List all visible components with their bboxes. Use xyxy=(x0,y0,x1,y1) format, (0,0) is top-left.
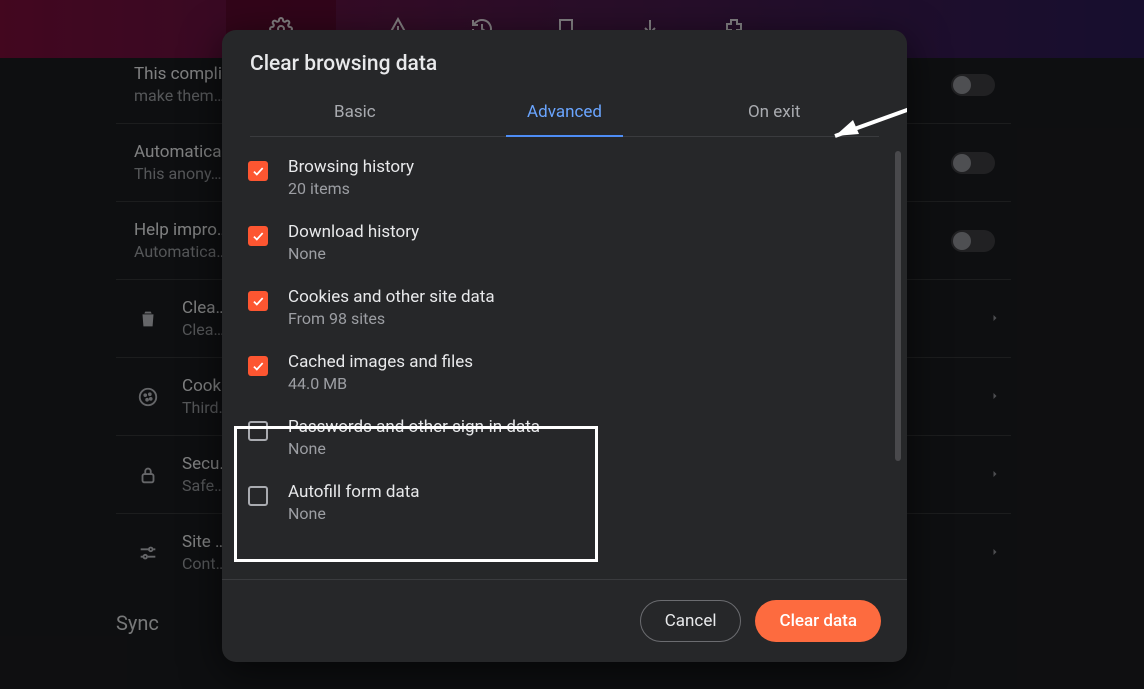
tab-on-exit[interactable]: On exit xyxy=(669,90,879,136)
option-passwords[interactable]: Passwords and other sign-in data None xyxy=(244,405,885,470)
option-sub: 20 items xyxy=(288,179,414,198)
option-download-history[interactable]: Download history None xyxy=(244,210,885,275)
option-sub: From 98 sites xyxy=(288,309,495,328)
option-sub: 44.0 MB xyxy=(288,374,473,393)
checkbox-unchecked-icon[interactable] xyxy=(248,421,268,441)
option-title: Cookies and other site data xyxy=(288,287,495,307)
clear-data-dialog: Clear browsing data Basic Advanced On ex… xyxy=(222,30,907,662)
clear-data-button[interactable]: Clear data xyxy=(755,600,881,642)
option-title: Download history xyxy=(288,222,419,242)
tab-advanced[interactable]: Advanced xyxy=(460,90,670,136)
dialog-title: Clear browsing data xyxy=(250,52,879,76)
option-cookies[interactable]: Cookies and other site data From 98 site… xyxy=(244,275,885,340)
option-title: Browsing history xyxy=(288,157,414,177)
option-cached[interactable]: Cached images and files 44.0 MB xyxy=(244,340,885,405)
checkbox-checked-icon[interactable] xyxy=(248,161,268,181)
option-title: Cached images and files xyxy=(288,352,473,372)
scrollbar[interactable] xyxy=(895,151,901,461)
option-autofill[interactable]: Autofill form data None xyxy=(244,470,885,535)
option-sub: None xyxy=(288,244,419,263)
cancel-button[interactable]: Cancel xyxy=(640,600,742,642)
option-title: Autofill form data xyxy=(288,482,420,502)
tab-basic[interactable]: Basic xyxy=(250,90,460,136)
option-sub: None xyxy=(288,504,420,523)
checkbox-checked-icon[interactable] xyxy=(248,291,268,311)
option-title: Passwords and other sign-in data xyxy=(288,417,540,437)
checkbox-unchecked-icon[interactable] xyxy=(248,486,268,506)
checkbox-checked-icon[interactable] xyxy=(248,356,268,376)
checkbox-checked-icon[interactable] xyxy=(248,226,268,246)
option-sub: None xyxy=(288,439,540,458)
option-browsing-history[interactable]: Browsing history 20 items xyxy=(244,145,885,210)
